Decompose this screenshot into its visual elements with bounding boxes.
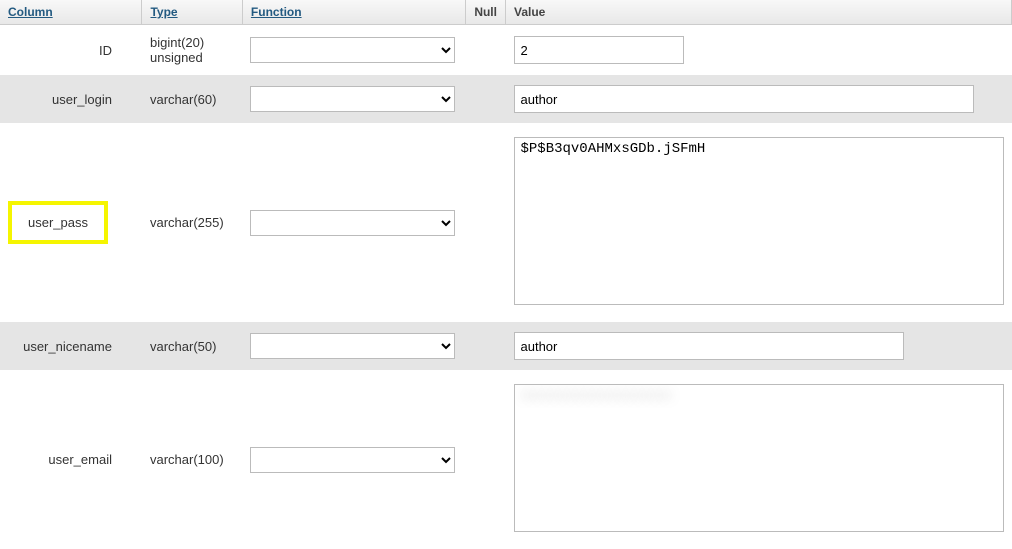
null-cell [466, 75, 506, 123]
function-cell [242, 322, 465, 370]
value-cell [506, 75, 1012, 123]
column-type: varchar(50) [142, 322, 242, 370]
row-user-email: user_email varchar(100) xxxxxxxxxxxxxxxx… [0, 370, 1012, 549]
function-select[interactable] [250, 210, 455, 236]
column-type: bigint(20) unsigned [142, 25, 242, 76]
null-cell [466, 370, 506, 549]
column-type: varchar(60) [142, 75, 242, 123]
value-cell: $P$B3qv0AHMxsGDb.jSFmH [506, 123, 1012, 322]
function-select[interactable] [250, 86, 455, 112]
value-textarea-redacted[interactable]: xxxxxxxxxxxxxxxxxx [514, 384, 1004, 532]
highlight-marker: user_pass [8, 201, 108, 244]
null-cell [466, 123, 506, 322]
value-cell [506, 322, 1012, 370]
value-input[interactable] [514, 332, 904, 360]
function-select[interactable] [250, 333, 455, 359]
header-type[interactable]: Type [142, 0, 242, 25]
table-header-row: Column Type Function Null Value [0, 0, 1012, 25]
null-cell [466, 322, 506, 370]
column-name: user_login [0, 75, 142, 123]
column-name: ID [0, 25, 142, 76]
null-cell [466, 25, 506, 76]
row-user-nicename: user_nicename varchar(50) [0, 322, 1012, 370]
row-user-pass: user_pass varchar(255) $P$B3qv0AHMxsGDb.… [0, 123, 1012, 322]
value-cell [506, 25, 1012, 76]
row-user-login: user_login varchar(60) [0, 75, 1012, 123]
function-select[interactable] [250, 447, 455, 473]
column-type: varchar(255) [142, 123, 242, 322]
db-edit-table: Column Type Function Null Value ID bigin… [0, 0, 1012, 549]
header-column[interactable]: Column [0, 0, 142, 25]
column-type: varchar(100) [142, 370, 242, 549]
function-select[interactable] [250, 37, 455, 63]
function-cell [242, 25, 465, 76]
value-input[interactable] [514, 36, 684, 64]
header-value: Value [506, 0, 1012, 25]
function-cell [242, 123, 465, 322]
column-name: user_pass [0, 123, 142, 322]
function-cell [242, 370, 465, 549]
header-function[interactable]: Function [242, 0, 465, 25]
column-name: user_nicename [0, 322, 142, 370]
header-null: Null [466, 0, 506, 25]
value-textarea[interactable]: $P$B3qv0AHMxsGDb.jSFmH [514, 137, 1004, 305]
function-cell [242, 75, 465, 123]
value-input[interactable] [514, 85, 974, 113]
row-id: ID bigint(20) unsigned [0, 25, 1012, 76]
column-name: user_email [0, 370, 142, 549]
value-cell: xxxxxxxxxxxxxxxxxx [506, 370, 1012, 549]
